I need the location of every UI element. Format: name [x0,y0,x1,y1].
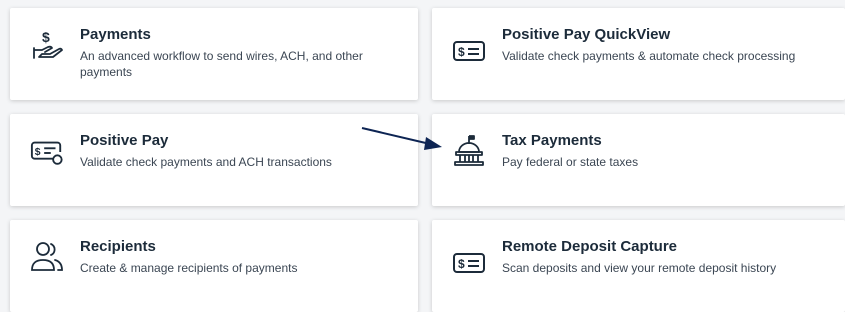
card-payments[interactable]: $ Payments An advanced workflow to send … [10,8,418,100]
hand-dollar-icon: $ [30,28,64,62]
svg-text:$: $ [458,45,465,59]
card-remote-deposit-capture[interactable]: $ Remote Deposit Capture Scan deposits a… [432,220,845,312]
card-title: Positive Pay [80,132,169,149]
check-validate-icon: $ [30,136,64,170]
card-positive-pay-quickview[interactable]: $ Positive Pay QuickView Validate check … [432,8,845,100]
card-title: Remote Deposit Capture [502,238,678,255]
card-recipients[interactable]: Recipients Create & manage recipients of… [10,220,418,312]
card-description: An advanced workflow to send wires, ACH,… [80,49,363,79]
card-positive-pay[interactable]: $ Positive Pay Validate check payments a… [10,114,418,206]
svg-text:$: $ [35,147,41,158]
card-description: Validate check payments and ACH transact… [80,155,332,169]
government-building-icon [452,134,486,168]
card-description: Validate check payments & automate check… [502,49,796,63]
card-description: Pay federal or state taxes [502,155,639,169]
dollar-bill-icon: $ [452,34,486,68]
people-icon [30,240,64,274]
card-description: Create & manage recipients of payments [80,261,298,275]
card-title: Payments [80,26,151,43]
card-title: Recipients [80,238,156,255]
annotation-arrow [361,127,442,150]
card-description: Scan deposits and view your remote depos… [502,261,777,275]
card-title: Positive Pay QuickView [502,26,671,43]
card-tax-payments[interactable]: Tax Payments Pay federal or state taxes [432,114,845,206]
svg-text:$: $ [458,257,465,271]
dollar-bill-icon: $ [452,246,486,280]
svg-text:$: $ [42,29,50,45]
card-title: Tax Payments [502,132,602,149]
